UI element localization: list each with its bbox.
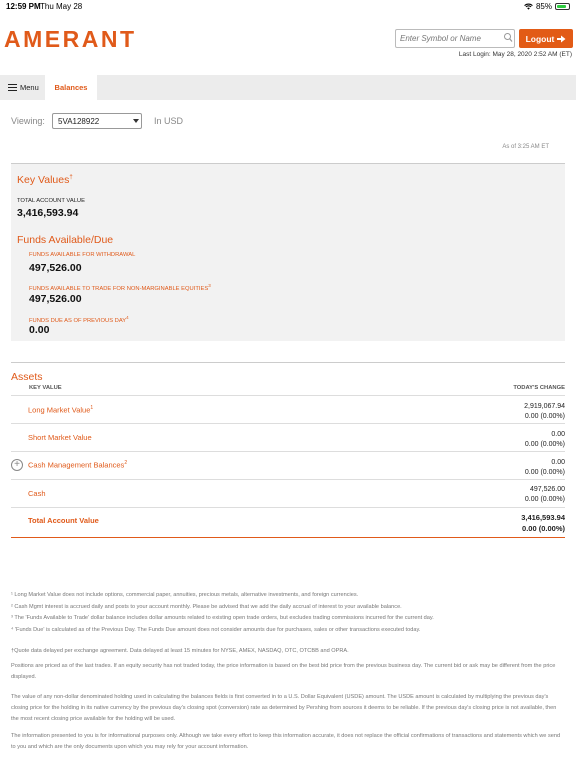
withdrawal-label: FUNDS AVAILABLE FOR WITHDRAWAL [29, 252, 136, 258]
key-values-title-text: Key Values [17, 174, 70, 186]
footnote-3: ³ The 'Funds Available to Trade' dollar … [11, 615, 434, 621]
footnote-1: ¹ Long Market Value does not include opt… [11, 592, 359, 598]
asset-change: 0.00 (0.00%) [524, 441, 565, 448]
footnote-4: ⁴ 'Funds Due' is calculated as of the Pr… [11, 627, 421, 633]
funds-due-label: FUNDS DUE AS OF PREVIOUS DAY4 [29, 315, 129, 324]
logout-button[interactable]: Logout [519, 29, 573, 48]
asset-change: 0.00 (0.00%) [524, 496, 565, 503]
total-change: 0.00 (0.00%) [522, 524, 565, 533]
expand-plus-icon[interactable]: + [11, 459, 23, 471]
asset-value: 2,919,067.94 [524, 403, 565, 410]
currency-label: In USD [154, 116, 184, 126]
search-input[interactable] [395, 29, 515, 48]
trade-label-text: FUNDS AVAILABLE TO TRADE FOR NON-MARGINA… [29, 285, 209, 292]
asset-value: 0.00 [551, 459, 565, 466]
withdrawal-value: 497,526.00 [29, 262, 82, 274]
asset-change: 0.00 (0.00%) [524, 469, 565, 476]
trade-label-sup: 3 [208, 283, 211, 288]
menu-button[interactable]: Menu [8, 83, 39, 92]
footnote-info: The information presented to you is for … [11, 733, 561, 750]
tab-balances[interactable]: Balances [45, 75, 97, 100]
asset-name[interactable]: Long Market Value1 [28, 405, 93, 415]
asset-name-text: Cash Management Balances [28, 460, 125, 470]
status-right: 85% [524, 2, 570, 11]
asset-change: 0.00 (0.00%) [524, 413, 565, 420]
status-date: Thu May 28 [40, 2, 83, 11]
asset-row-total: Total Account Value 3,416,593.94 0.00 (0… [11, 507, 565, 537]
asset-row-cash[interactable]: Cash 497,526.00 0.00 (0.00%) [11, 479, 565, 507]
hamburger-icon [8, 84, 17, 91]
total-value: 3,416,593.94 [521, 513, 565, 522]
viewing-label: Viewing: [11, 116, 45, 126]
battery-percent: 85% [535, 2, 552, 11]
trade-value: 497,526.00 [29, 293, 82, 305]
footnote-positions: Positions are priced as of the last trad… [11, 663, 556, 680]
battery-icon [555, 3, 570, 10]
key-values-title-sup: † [69, 174, 73, 181]
total-name: Total Account Value [28, 516, 99, 525]
account-select[interactable]: 5VA128922 [52, 113, 142, 129]
divider [11, 362, 565, 363]
funds-title: Funds Available/Due [17, 234, 114, 246]
status-bar: 12:59 PM Thu May 28 85% [0, 0, 576, 13]
asset-row-short-market-value[interactable]: Short Market Value 0.00 0.00 (0.00%) [11, 423, 565, 451]
status-time: 12:59 PM [6, 2, 41, 11]
nav-bar: Menu Balances [0, 75, 576, 100]
total-account-value-label: TOTAL ACCOUNT VALUE [17, 198, 85, 204]
asset-name[interactable]: Cash Management Balances2 [28, 460, 127, 470]
last-login: Last Login: May 28, 2020 2:52 AM (ET) [458, 51, 572, 58]
footnote-nondollar: The value of any non-dollar denominated … [11, 694, 557, 722]
col-key-value: KEY VALUE [29, 385, 62, 391]
key-values-title: Key Values† [17, 174, 73, 186]
asset-value: 0.00 [551, 431, 565, 438]
logout-label: Logout [525, 33, 555, 44]
funds-due-label-sup: 4 [126, 315, 129, 320]
total-account-value: 3,416,593.94 [17, 207, 79, 219]
amerant-logo[interactable]: AMERANT [4, 26, 137, 53]
as-of-time: As of 3:25 AM ET [502, 144, 549, 150]
asset-name[interactable]: Short Market Value [28, 433, 92, 442]
menu-label: Menu [20, 83, 39, 92]
total-divider [11, 537, 565, 538]
logout-arrow-icon [557, 35, 566, 42]
trade-label: FUNDS AVAILABLE TO TRADE FOR NON-MARGINA… [29, 283, 211, 292]
asset-name-sup: 2 [124, 460, 128, 466]
chevron-down-icon[interactable] [133, 119, 139, 123]
asset-row-long-market-value[interactable]: Long Market Value1 2,919,067.94 0.00 (0.… [11, 395, 565, 423]
footnote-quote: †Quote data delayed per exchange agreeme… [11, 648, 349, 654]
wifi-icon [524, 3, 533, 10]
asset-row-cash-management[interactable]: + Cash Management Balances2 0.00 0.00 (0… [11, 451, 565, 479]
funds-due-value: 0.00 [29, 324, 50, 336]
asset-name-text: Long Market Value [28, 405, 91, 415]
col-todays-change: TODAY'S CHANGE [513, 385, 565, 391]
asset-name-sup: 1 [90, 405, 94, 411]
assets-title: Assets [11, 371, 43, 383]
asset-value: 497,526.00 [529, 486, 565, 493]
footnote-2: ² Cash Mgmt interest is accrued daily an… [11, 604, 402, 610]
search-icon[interactable] [503, 32, 513, 44]
asset-name[interactable]: Cash [28, 489, 46, 498]
